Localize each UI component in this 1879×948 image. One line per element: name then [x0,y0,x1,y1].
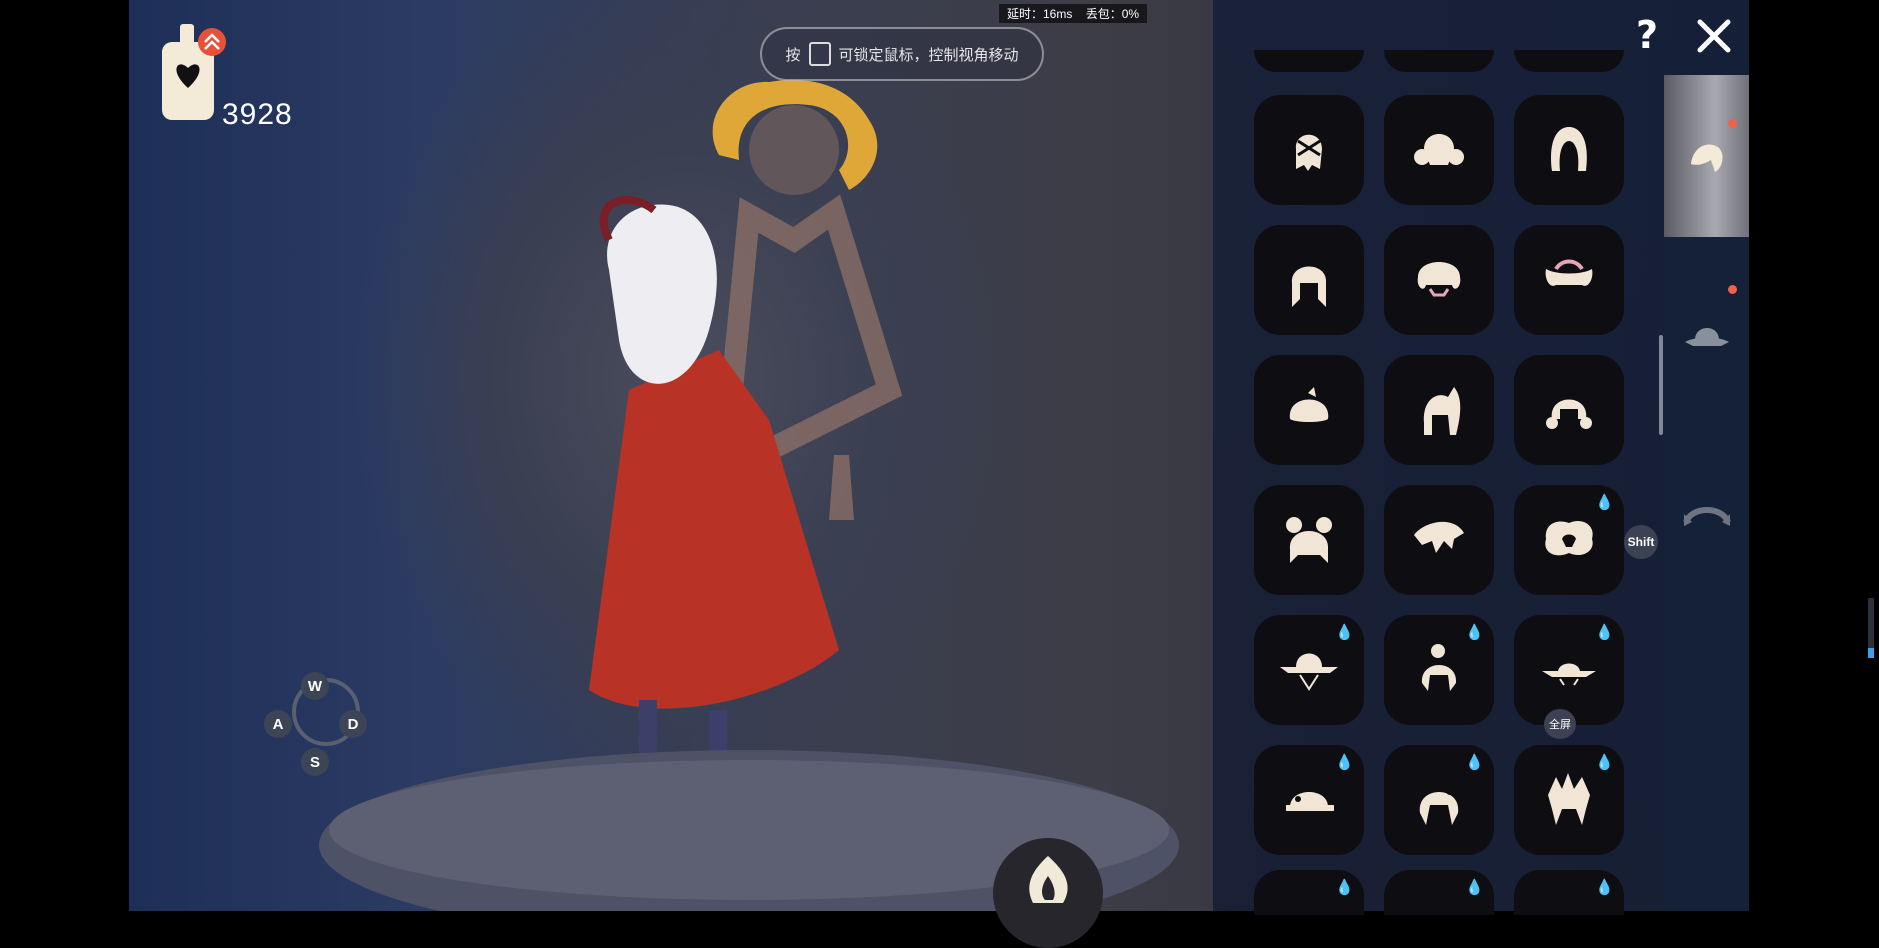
latency-label: 延时：16ms [1007,7,1073,21]
character-hair [607,204,717,384]
hint-text: 可锁定鼠标，控制视角移动 [838,46,1019,64]
outfit-item[interactable] [1514,225,1624,335]
close-icon[interactable] [1696,18,1732,54]
drop-icon: 💧 [1465,754,1484,771]
outfit-item-partial[interactable] [1254,50,1364,72]
hair-long-icon [1551,127,1587,171]
hair-pigtails-icon [1545,259,1593,286]
headband-icon [1682,507,1731,526]
outfit-item[interactable]: 💧 [1254,615,1364,725]
drop-icon: 💧 [1595,494,1614,511]
hair-side-buns-icon [1546,399,1592,429]
drop-icon: 💧 [1595,879,1614,896]
svg-text:?: ? [1636,14,1658,56]
network-stats: 延时：16ms 丢包：0% [999,4,1148,23]
drop-icon: 💧 [1595,754,1614,771]
key-d[interactable]: D [339,710,367,738]
candle-count: 3928 [222,98,293,131]
hair-flower-crown-icon [1419,783,1459,825]
hint-press: 按 [785,46,801,64]
shift-key-hint[interactable]: Shift [1624,525,1658,559]
hair-bob-icon [1289,387,1329,422]
flame-button[interactable] [993,838,1103,948]
cap-icon [1286,792,1334,811]
drop-icon: 💧 [1335,624,1354,641]
packet-loss-label: 丢包：0% [1085,7,1140,21]
tab-hair[interactable] [1664,75,1749,237]
help-icon[interactable]: ? [1630,14,1664,56]
outfit-item[interactable] [1254,225,1364,335]
flame-icon [1029,856,1068,903]
flat-hat-icon [1542,663,1596,686]
outfit-item[interactable] [1254,485,1364,595]
outfit-item[interactable] [1514,355,1624,465]
outfit-item-partial[interactable]: 💧 [1384,870,1494,915]
outfit-item[interactable]: 💧 [1514,485,1624,595]
wide-hat-icon [1280,653,1338,691]
outfit-grid: 💧 💧 💧 💧 💧 💧 💧 [1254,95,1624,855]
outfit-item[interactable]: 💧 [1514,615,1624,725]
outfit-item[interactable] [1514,95,1624,205]
key-icon [808,42,831,66]
hair-top-bun-icon [1421,644,1457,691]
fullscreen-button[interactable]: 全屏 [1544,709,1576,739]
outfit-item-partial[interactable] [1514,50,1624,72]
new-dot [1728,119,1737,128]
outfit-item-partial[interactable]: 💧 [1514,870,1624,915]
category-tabs [1664,75,1749,911]
hair-spiky-icon [1548,773,1590,825]
outfit-item[interactable] [1384,225,1494,335]
mouse-lock-hint: 按 可锁定鼠标，控制视角移动 [760,27,1044,81]
hair-wrap-icon [1295,134,1322,171]
drop-icon: 💧 [1465,879,1484,896]
hair-ponytail-icon [1423,387,1461,435]
character-cape [589,350,839,709]
hat-icon [1684,328,1729,346]
new-dot [1728,285,1737,294]
window-scroll-indicator [1868,598,1874,658]
hair-icon [1690,144,1722,172]
hair-double-buns-icon [1286,517,1332,563]
key-s[interactable]: S [301,748,329,776]
hair-twin-buns-icon [1414,134,1464,165]
drop-icon: 💧 [1465,624,1484,641]
drop-icon: 💧 [1595,624,1614,641]
outfit-scrollbar[interactable] [1659,335,1663,435]
key-a[interactable]: A [264,710,292,738]
hair-braids-icon [1291,266,1327,307]
outfit-row-partial-bottom: 💧 💧 💧 [1254,870,1624,915]
outfit-item-partial[interactable] [1384,50,1494,72]
outfit-item[interactable] [1384,355,1494,465]
outfit-item-partial[interactable]: 💧 [1254,870,1364,915]
key-w[interactable]: W [301,672,329,700]
candle-icon[interactable] [158,20,230,125]
outfit-item[interactable] [1254,355,1364,465]
outfit-item[interactable]: 💧 [1384,615,1494,725]
outfit-item[interactable] [1384,95,1494,205]
tab-hat[interactable] [1664,255,1749,417]
drop-icon: 💧 [1335,879,1354,896]
outfit-item[interactable] [1254,95,1364,205]
hair-curly-icon [1417,262,1461,297]
outfit-item[interactable]: 💧 [1254,745,1364,855]
outfit-item[interactable] [1384,485,1494,595]
character-legs [639,700,657,760]
figure-head [749,105,839,195]
drop-icon: 💧 [1335,754,1354,771]
outfit-item[interactable]: 💧 [1514,745,1624,855]
outfit-row-partial-top [1254,50,1624,72]
tab-headband[interactable] [1664,435,1749,597]
hair-fluffy-icon [1545,520,1593,556]
hair-messy-icon [1414,521,1464,553]
outfit-item[interactable]: 💧 [1384,745,1494,855]
